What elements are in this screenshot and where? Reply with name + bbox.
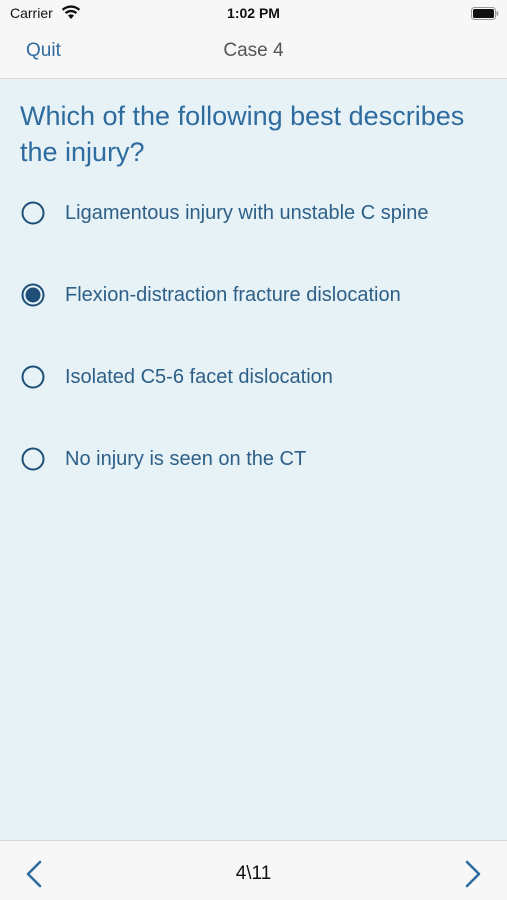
case-title: Case 4 xyxy=(223,40,284,61)
quiz-screen: Carrier 1:02 PM Quit Case 4 Which of the… xyxy=(0,0,507,900)
radio-unselected-icon[interactable] xyxy=(21,447,45,471)
question-text: Which of the following best describes th… xyxy=(20,101,465,167)
status-bar: Carrier 1:02 PM xyxy=(0,0,507,28)
navigation-bar: Quit Case 4 xyxy=(0,28,507,79)
answer-option-label: Ligamentous injury with unstable C spine xyxy=(65,202,429,224)
bottom-toolbar: 4\11 xyxy=(0,840,507,900)
answer-option[interactable]: No injury is seen on the CT xyxy=(0,429,507,489)
answer-option-label: Flexion-distraction fracture dislocation xyxy=(65,284,401,306)
page-indicator: 4\11 xyxy=(235,863,272,884)
chevron-right-icon[interactable] xyxy=(461,859,485,889)
status-time: 1:02 PM xyxy=(227,5,280,21)
answer-option[interactable]: Flexion-distraction fracture dislocation xyxy=(0,265,507,325)
answer-option[interactable]: Isolated C5-6 facet dislocation xyxy=(0,347,507,407)
answer-option-label: Isolated C5-6 facet dislocation xyxy=(65,366,333,388)
answer-option[interactable]: Ligamentous injury with unstable C spine xyxy=(0,183,507,243)
answer-option-label: No injury is seen on the CT xyxy=(65,448,307,470)
radio-unselected-icon[interactable] xyxy=(21,201,45,225)
radio-unselected-icon[interactable] xyxy=(21,365,45,389)
radio-selected-icon[interactable] xyxy=(21,283,45,307)
battery-icon xyxy=(471,7,499,20)
